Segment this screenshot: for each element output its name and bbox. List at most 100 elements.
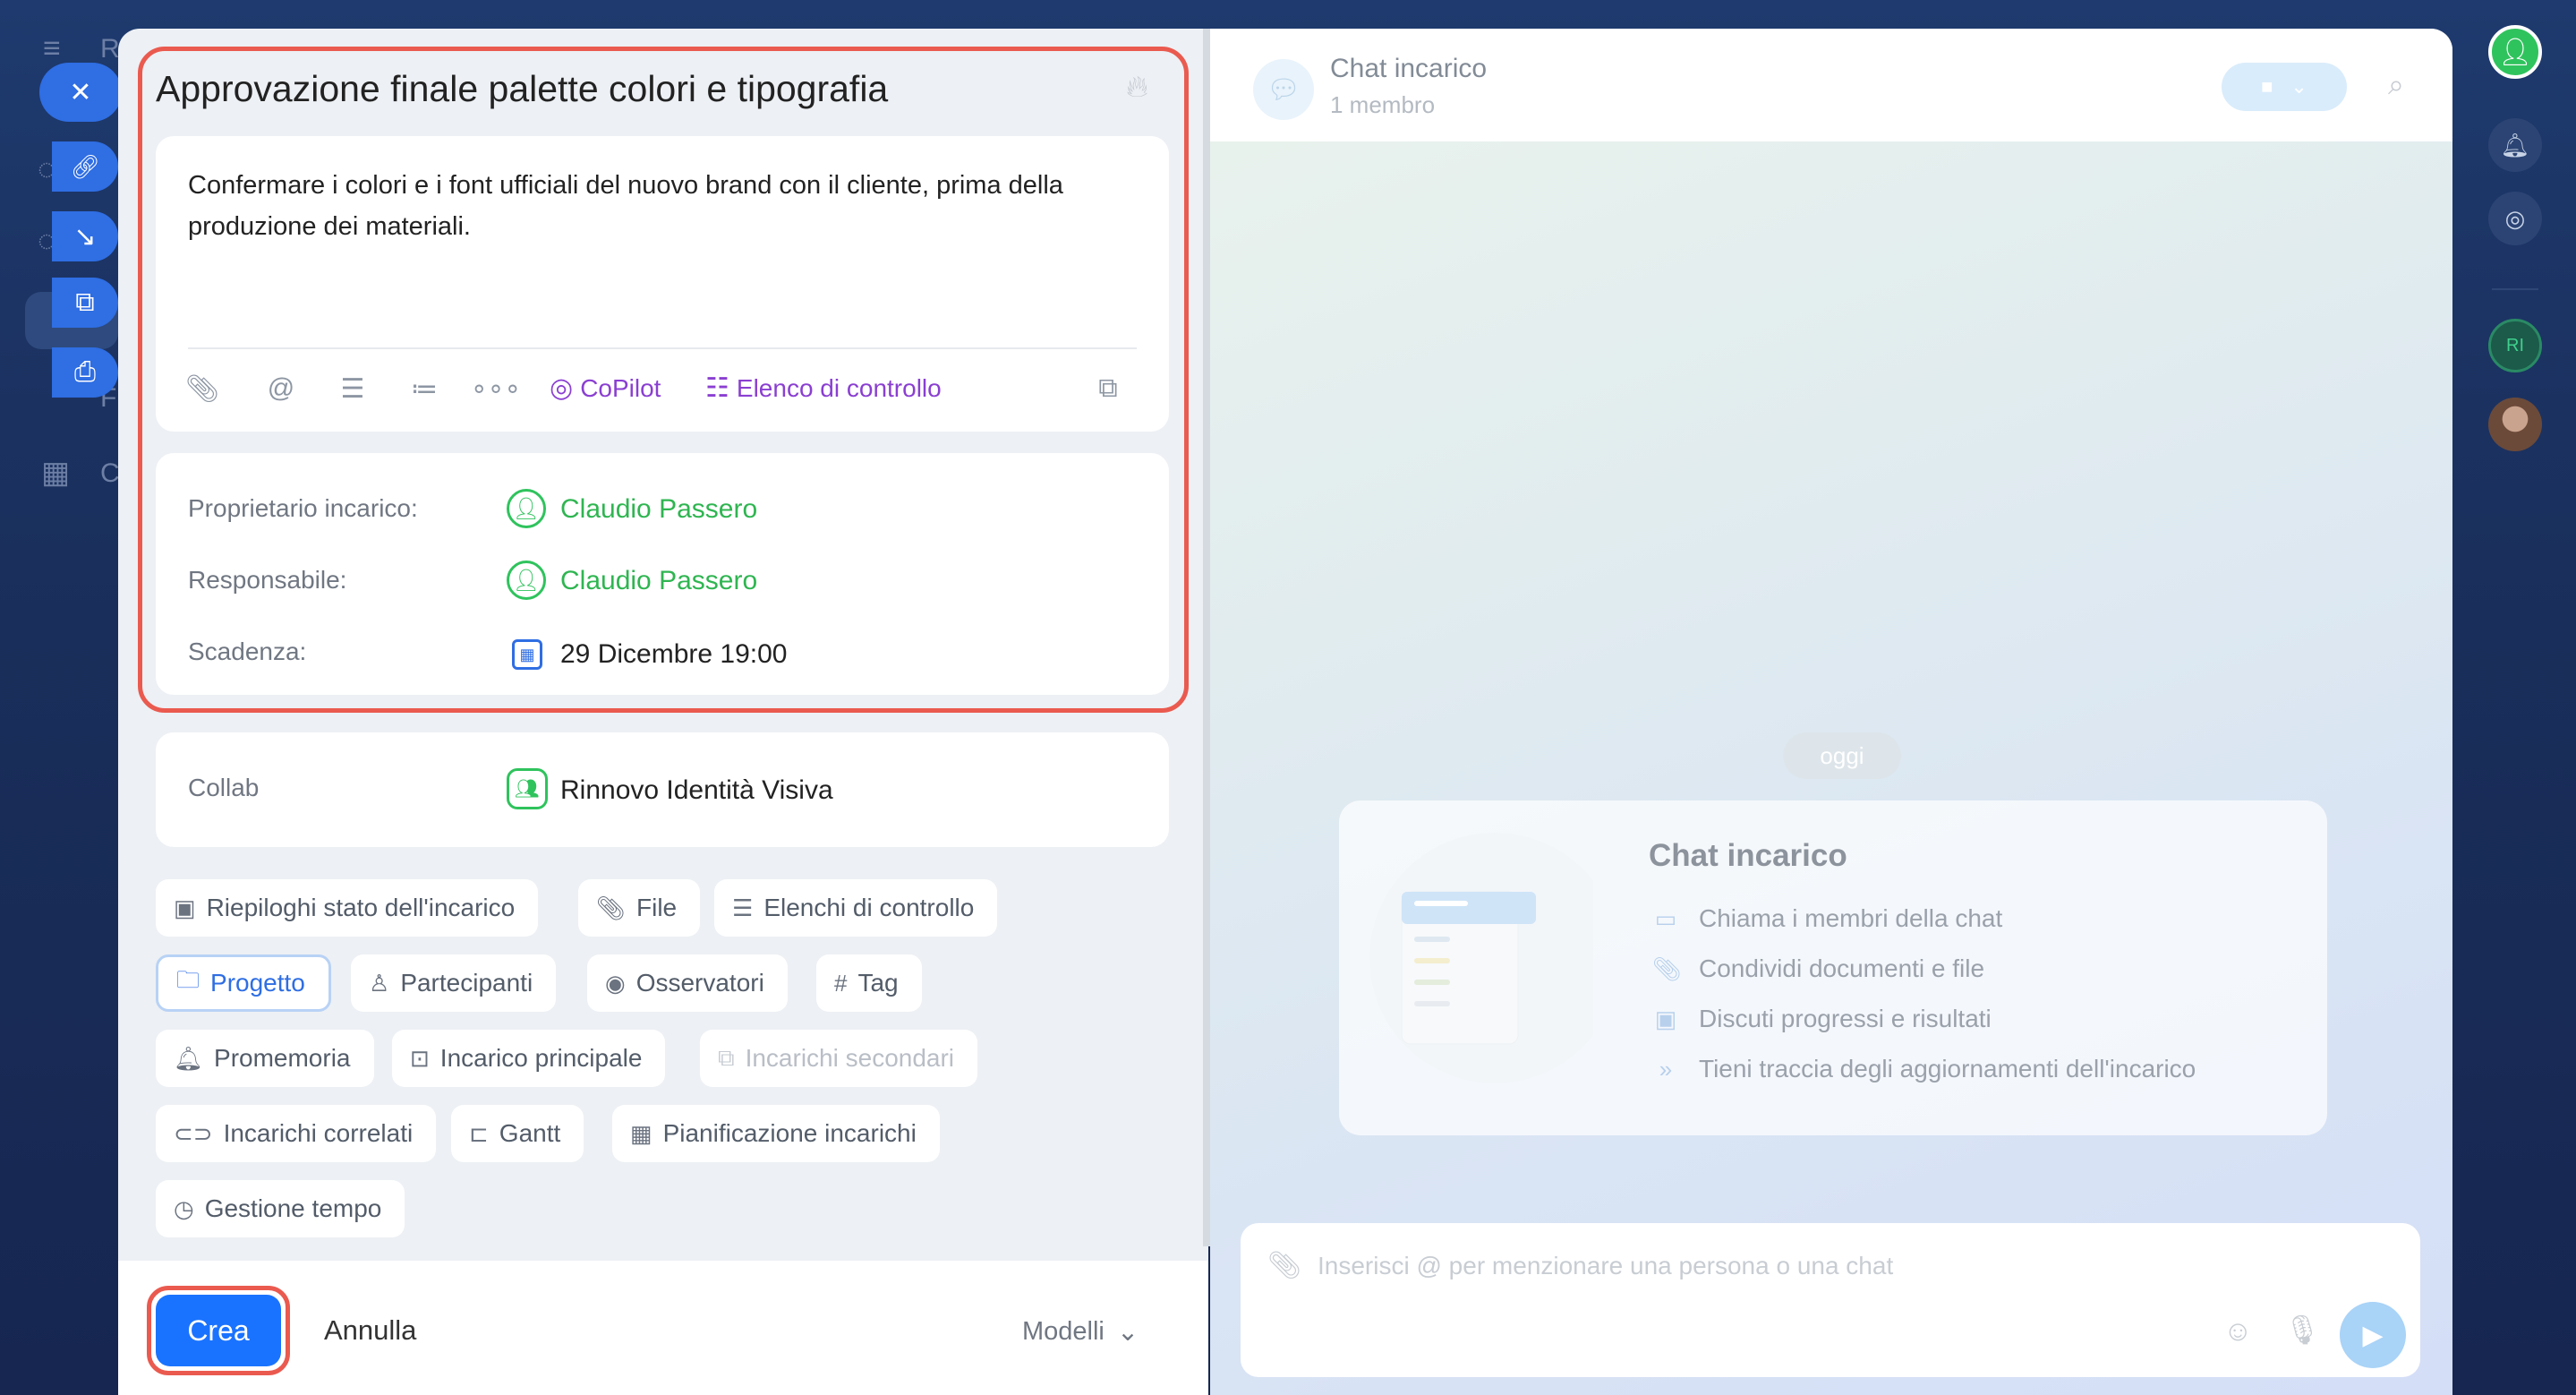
templates-dropdown[interactable]: Modelli ⌄: [1022, 1316, 1139, 1348]
chat-members[interactable]: 1 membro: [1330, 91, 1435, 119]
welcome-item: ▣ Discuti progressi e risultati: [1652, 1005, 1992, 1033]
chip-files[interactable]: 📎︎ File: [578, 879, 701, 937]
external-link-icon: ⧉: [75, 287, 95, 317]
chat-avatar-icon: 💬︎: [1253, 59, 1314, 120]
minimize-button[interactable]: ↘: [52, 211, 118, 261]
chip-label: Incarichi correlati: [223, 1119, 414, 1147]
video-camera-icon: ■: [2261, 75, 2273, 98]
chat-illustration: [1369, 833, 1593, 1083]
chip-tag[interactable]: # Tag: [816, 954, 922, 1012]
hash-icon: #: [834, 969, 848, 997]
chip-observers[interactable]: ◉ Osservatori: [587, 954, 788, 1012]
collab-label: Collab: [188, 774, 260, 801]
bell-icon: 🔔︎: [2500, 131, 2530, 158]
attach-icon[interactable]: 📎︎: [1267, 1250, 1301, 1281]
menu-icon: ≡: [43, 31, 61, 65]
chip-checklists[interactable]: ☰ Elenchi di controllo: [714, 879, 998, 937]
folder-icon: 🗀: [176, 966, 200, 993]
open-new-window-button[interactable]: ⧉: [52, 278, 118, 328]
bell-icon: 🔔︎: [174, 1044, 204, 1072]
gantt-icon: ⊏: [469, 1119, 489, 1147]
background-sidebar: ≡ R ◌ ◌ F ▦ C: [0, 0, 120, 1395]
timer-icon: ◷: [174, 1194, 194, 1222]
chip-participants[interactable]: ♙ Partecipanti: [351, 954, 557, 1012]
chip-reminders[interactable]: 🔔︎ Promemoria: [156, 1030, 374, 1087]
chat-title: Chat incarico: [1330, 54, 1488, 83]
collab-group-icon: 👥︎: [507, 768, 548, 809]
highlight-frame: [138, 47, 1189, 713]
chip-label: Promemoria: [214, 1044, 351, 1072]
chip-label: Tag: [857, 969, 899, 997]
profile-avatar[interactable]: 👤︎: [2488, 25, 2542, 79]
message-input-box[interactable]: [1241, 1223, 2420, 1377]
rail-divider: [2492, 288, 2538, 290]
user-photo-avatar[interactable]: [2488, 398, 2542, 451]
close-icon: ✕: [69, 77, 92, 107]
chip-label: Partecipanti: [400, 969, 533, 997]
close-slider-button[interactable]: ✕: [39, 63, 122, 122]
background-letter: R: [100, 34, 120, 64]
subtasks-icon: ⧉: [718, 1044, 735, 1071]
chip-label: Gantt: [499, 1119, 561, 1147]
welcome-item-label: Chiama i membri della chat: [1699, 904, 2003, 932]
panel-scrollbar[interactable]: [1203, 29, 1210, 1246]
notifications-button[interactable]: 🔔︎: [2488, 118, 2542, 172]
chat-panel: [1210, 29, 2452, 1395]
background-letter: C: [100, 458, 120, 488]
chip-gantt[interactable]: ⊏ Gantt: [451, 1105, 584, 1162]
checklist-icon: ☰: [732, 894, 754, 921]
chip-label: Elenchi di controllo: [763, 894, 975, 921]
chip-subtasks[interactable]: ⧉ Incarichi secondari: [700, 1030, 978, 1087]
chip-project[interactable]: 🗀 Progetto: [156, 954, 331, 1012]
chip-status-summaries[interactable]: ▣ Riepiloghi stato dell'incarico: [156, 879, 539, 937]
chip-task-planning[interactable]: ▦ Pianificazione incarichi: [612, 1105, 940, 1162]
video-call-button[interactable]: ■ ⌄: [2222, 63, 2347, 111]
copilot-icon: ◎: [2504, 204, 2526, 232]
document-icon: ▣: [1654, 1005, 1677, 1032]
date-separator: oggi: [1783, 732, 1901, 779]
welcome-title: Chat incarico: [1649, 838, 1847, 873]
emoji-icon[interactable]: ☺: [2223, 1314, 2253, 1348]
welcome-item-label: Discuti progressi e risultati: [1699, 1005, 1992, 1032]
calendar-plan-icon: ▦: [630, 1119, 653, 1147]
message-input[interactable]: Inserisci @ per menzionare una persona o…: [1318, 1252, 1893, 1280]
search-icon[interactable]: ⌕: [2388, 68, 2404, 102]
create-button[interactable]: Crea: [156, 1295, 281, 1366]
collab-value[interactable]: Rinnovo Identità Visiva: [560, 775, 833, 806]
paperclip-icon: 📎︎: [1652, 954, 1683, 982]
welcome-item-label: Condividi documenti e file: [1699, 954, 1985, 982]
chip-time-tracking[interactable]: ◷ Gestione tempo: [156, 1180, 405, 1237]
welcome-item-label: Tieni traccia degli aggiornamenti dell'i…: [1699, 1055, 2196, 1083]
person-icon: ♙: [369, 969, 390, 997]
templates-label: Modelli: [1022, 1317, 1105, 1346]
send-icon: ▶: [2362, 1320, 2384, 1350]
video-camera-icon: ▭: [1654, 904, 1677, 932]
chip-label: File: [636, 894, 678, 921]
chip-label: Incarico principale: [439, 1044, 643, 1072]
parent-task-icon: ⊡: [410, 1044, 430, 1072]
chevron-down-icon: ⌄: [1116, 1318, 1139, 1347]
summary-icon: ▣: [174, 894, 196, 921]
send-button[interactable]: ▶: [2340, 1302, 2406, 1368]
print-button[interactable]: ⎙: [52, 347, 118, 398]
chip-parent-task[interactable]: ⊡ Incarico principale: [392, 1030, 666, 1087]
eye-icon: ◉: [605, 969, 626, 997]
chip-related-tasks[interactable]: ⊂⊃ Incarichi correlati: [156, 1105, 437, 1162]
user-icon: 👤︎: [2497, 37, 2533, 67]
forward-icon: »: [1659, 1055, 1673, 1083]
welcome-item: 📎︎ Condividi documenti e file: [1652, 954, 1984, 983]
paperclip-icon: 📎︎: [596, 894, 627, 921]
welcome-item: » Tieni traccia degli aggiornamenti dell'…: [1652, 1055, 2196, 1083]
link-icon: 🔗︎: [70, 152, 100, 180]
chip-label: Pianificazione incarichi: [662, 1119, 917, 1147]
printer-icon: ⎙: [74, 357, 96, 387]
chip-label: Gestione tempo: [204, 1194, 382, 1222]
chat-avatar-ri[interactable]: RI: [2488, 319, 2542, 372]
copilot-rail-button[interactable]: ◎: [2488, 192, 2542, 245]
copy-link-button[interactable]: 🔗︎: [52, 141, 118, 192]
chip-label: Incarichi secondari: [745, 1044, 955, 1072]
microphone-icon[interactable]: 🎙︎: [2284, 1313, 2321, 1347]
chevron-down-icon: ⌄: [2290, 75, 2307, 98]
cancel-button[interactable]: Annulla: [324, 1314, 416, 1347]
chip-label: Progetto: [210, 969, 305, 997]
